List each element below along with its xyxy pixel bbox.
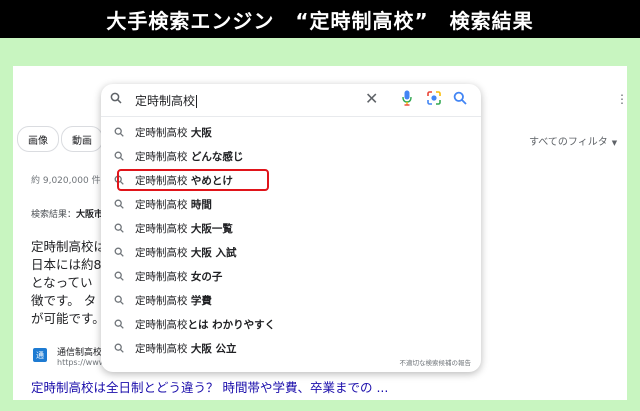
search-label-location: 大阪市 bbox=[76, 210, 104, 220]
site-name[interactable]: 通信制高校 bbox=[57, 345, 102, 358]
all-filters-label: すべてのフィルタ bbox=[529, 137, 608, 148]
search-icon bbox=[110, 92, 122, 104]
caret-down-icon: ▼ bbox=[611, 139, 618, 147]
suggestion-text: 定時制高校 どんな感じ bbox=[135, 149, 243, 164]
result-count: 約 9,020,000 件 bbox=[31, 176, 101, 186]
banner-title: 大手検索エンジン “定時制高校” 検索結果 bbox=[0, 0, 640, 38]
suggestion-text: 定時制高校とは わかりやすく bbox=[135, 317, 275, 332]
suggestion-text: 定時制高校 大阪 公立 bbox=[135, 341, 237, 356]
lens-icon[interactable] bbox=[426, 90, 442, 106]
search-submit-icon[interactable] bbox=[453, 91, 467, 105]
suggestion-item[interactable]: 定時制高校 大阪 入試 bbox=[101, 240, 481, 264]
search-icon bbox=[114, 343, 124, 353]
suggestion-completion: 学費 bbox=[190, 294, 212, 307]
all-filters-menu[interactable]: すべてのフィルタ ▼ bbox=[529, 133, 617, 148]
suggestion-text: 定時制高校 学費 bbox=[135, 293, 212, 308]
search-icon bbox=[114, 127, 124, 137]
mic-icon[interactable] bbox=[402, 90, 412, 106]
suggestion-item[interactable]: 定時制高校 学費 bbox=[101, 288, 481, 312]
suggestion-text: 定時制高校 大阪 入試 bbox=[135, 245, 237, 260]
search-label-prefix: 検索結果： bbox=[31, 210, 77, 220]
suggestion-prefix: 定時制高校 bbox=[135, 150, 191, 163]
result-title-link[interactable]: 定時制高校は全日制とどう違う？ 時間帯や学費、卒業までの ... bbox=[31, 377, 388, 396]
dropdown-divider bbox=[101, 116, 481, 117]
search-icon bbox=[114, 151, 124, 161]
suggestion-text: 定時制高校 大阪 bbox=[135, 125, 212, 140]
search-icon bbox=[114, 223, 124, 233]
suggestion-completion: どんな感じ bbox=[190, 150, 244, 163]
suggestion-item[interactable]: 定時制高校 どんな感じ bbox=[101, 144, 481, 168]
text-caret bbox=[196, 95, 198, 108]
suggestion-prefix: 定時制高校 bbox=[135, 222, 191, 235]
search-query-text: 定時制高校 bbox=[135, 94, 196, 108]
highlight-box bbox=[117, 169, 269, 191]
close-icon[interactable]: ✕ bbox=[365, 89, 378, 108]
suggestion-completion: とは わかりやすく bbox=[187, 318, 276, 331]
suggestion-completion: 女の子 bbox=[190, 270, 223, 283]
suggestion-item[interactable]: 定時制高校 大阪 bbox=[101, 120, 481, 144]
search-icon bbox=[114, 319, 124, 329]
site-favicon: 通 bbox=[33, 348, 47, 362]
suggestion-prefix: 定時制高校 bbox=[135, 198, 191, 211]
suggestion-text: 定時制高校 女の子 bbox=[135, 269, 222, 284]
site-url[interactable]: https://www. bbox=[57, 358, 107, 367]
apps-icon[interactable]: ⋮ bbox=[616, 92, 627, 106]
search-icon bbox=[114, 247, 124, 257]
search-box[interactable]: 定時制高校 ✕ bbox=[101, 84, 481, 116]
suggestion-prefix: 定時制高校 bbox=[135, 294, 191, 307]
suggestion-text: 定時制高校 時間 bbox=[135, 197, 212, 212]
suggestion-prefix: 定時制高校 bbox=[135, 342, 191, 355]
suggestion-prefix: 定時制高校 bbox=[135, 318, 188, 331]
suggestion-item[interactable]: 定時制高校 大阪一覧 bbox=[101, 216, 481, 240]
search-input[interactable]: 定時制高校 bbox=[135, 92, 198, 109]
suggestion-prefix: 定時制高校 bbox=[135, 126, 191, 139]
suggestion-prefix: 定時制高校 bbox=[135, 246, 191, 259]
suggestion-completion: 時間 bbox=[190, 198, 212, 211]
suggestion-completion: 大阪 入試 bbox=[190, 246, 237, 259]
suggestion-completion: 大阪 公立 bbox=[190, 342, 237, 355]
search-icon bbox=[114, 271, 124, 281]
suggestion-prefix: 定時制高校 bbox=[135, 270, 191, 283]
search-label: 検索結果：大阪市 bbox=[31, 207, 103, 220]
suggestion-item[interactable]: 定時制高校とは わかりやすく bbox=[101, 312, 481, 336]
chip-video[interactable]: 動画 bbox=[61, 126, 103, 152]
suggestion-item[interactable]: 定時制高校 時間 bbox=[101, 192, 481, 216]
suggestion-item[interactable]: 定時制高校 女の子 bbox=[101, 264, 481, 288]
search-results-page: ⋮ 画像 動画 すべてのフィルタ ▼ 約 9,020,000 件 検索結果：大阪市… bbox=[13, 66, 627, 400]
search-icon bbox=[114, 295, 124, 305]
report-link[interactable]: 不適切な検索候補の報告 bbox=[400, 357, 472, 367]
chip-images[interactable]: 画像 bbox=[17, 126, 59, 152]
suggestion-text: 定時制高校 大阪一覧 bbox=[135, 221, 233, 236]
suggestion-completion: 大阪一覧 bbox=[190, 222, 233, 235]
autocomplete-dropdown: 定時制高校 ✕ 定時制高校 大阪定時制高校 どんな感じ定時制高校 やめとけ定 bbox=[101, 84, 481, 372]
suggestion-completion: 大阪 bbox=[190, 126, 212, 139]
search-icon bbox=[114, 199, 124, 209]
